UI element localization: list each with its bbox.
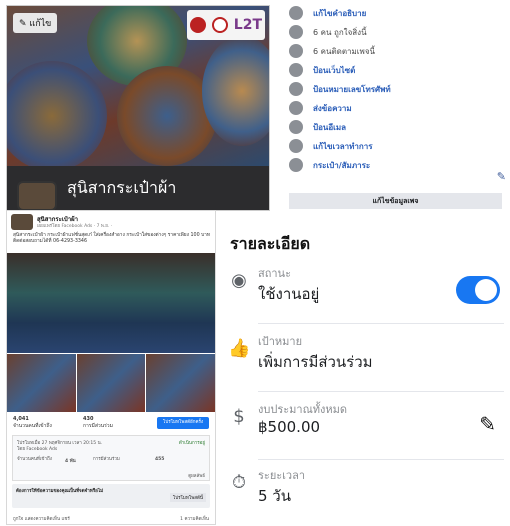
thumbnail[interactable]: [7, 354, 76, 412]
info-row-label: กระเป๋า/สัมภาระ: [313, 160, 371, 170]
info-row-7[interactable]: แก้ไขเวลาทำการ: [283, 137, 373, 155]
post-preview: สุนิสากระเป๋าผ้า เผยแพร่โดย Facebook Ads…: [6, 210, 216, 525]
ad-by-text: โดย Facebook Ads: [17, 447, 58, 452]
timer-icon: ⏱: [231, 472, 247, 493]
info-row-label: แก้ไขเวลาทำการ: [313, 141, 373, 151]
boost-again-button[interactable]: โปรโมทโพสต์อีกครั้ง: [157, 417, 209, 429]
promote-tip-box: ต้องการให้ข้อความของคุณเป็นที่จดจำหรือไม…: [12, 484, 210, 508]
ad-engage-value: 455: [155, 457, 165, 462]
email-icon: [289, 120, 303, 134]
info-row-label: ส่งข้อความ: [313, 103, 352, 113]
status-toggle[interactable]: [456, 276, 500, 304]
brand-logo: L2T: [187, 10, 265, 40]
detail-row-duration: ⏱ ระยะเวลา 5 วัน: [218, 460, 510, 526]
post-body: สุนิสากระเป๋าผ้า กระเป๋าผ้าแฟชั่นสุดเก๋ …: [13, 233, 211, 244]
edit-cover-label: แก้ไข: [29, 19, 52, 29]
info-row-8[interactable]: กระเป๋า/สัมภาระ: [283, 156, 370, 174]
thumbnail[interactable]: [76, 354, 146, 412]
post-thumbnails: [7, 354, 216, 412]
tip-title: ต้องการให้ข้อความของคุณเป็นที่จดจำหรือไม…: [16, 489, 104, 494]
post-avatar[interactable]: [11, 214, 33, 230]
detail-value: ใช้งานอยู่: [258, 285, 320, 303]
dollar-icon: $: [233, 406, 245, 427]
detail-label: สถานะ: [258, 267, 291, 280]
comment-count[interactable]: 1 ความคิดเห็น: [180, 515, 209, 522]
info-row-label: 6 คน ถูกใจสิ่งนี้: [313, 27, 367, 37]
info-row-label: ป้อนอีเมล: [313, 122, 347, 132]
info-row-label: 6 คนติดตามเพจนี้: [313, 46, 375, 56]
info-row-0[interactable]: แก้ไขคำอธิบาย: [283, 4, 366, 22]
detail-row-goal: 👍 เป้าหมาย เพิ่มการมีส่วนร่วม: [218, 326, 510, 392]
post-actions-bar: ถูกใจ แสดงความคิดเห็น แชร์: [13, 515, 70, 522]
ad-reach-value: 4 พัน: [65, 459, 76, 464]
info-row-3[interactable]: ป้อนเว็บไซต์: [283, 61, 355, 79]
see-results-link[interactable]: ดูผลลัพธ์: [188, 472, 205, 479]
status-icon: ◉: [231, 270, 247, 291]
page-cover: ✎ แก้ไข L2T สุนิสากระเป๋าผ้า: [6, 5, 270, 211]
folder-icon: [289, 158, 303, 172]
page-info-list: แก้ไขคำอธิบาย 6 คน ถูกใจสิ่งนี้ 6 คนติดต…: [283, 0, 510, 212]
post-actions[interactable]: ถูกใจ แสดงความคิดเห็น แชร์: [13, 517, 70, 522]
phone-icon: [289, 82, 303, 96]
thumbs-up-icon: 👍: [228, 338, 251, 359]
info-row-label: ป้อนเว็บไซต์: [313, 65, 356, 75]
detail-label: งบประมาณทั้งหมด: [258, 403, 348, 416]
thumbs-up-icon: [289, 25, 303, 39]
detail-value: เพิ่มการมีส่วนร่วม: [258, 353, 373, 371]
info-icon: [289, 6, 303, 20]
detail-value: 5 วัน: [258, 487, 291, 505]
ad-reach-label: จำนวนคนที่เข้าถึง: [17, 457, 52, 462]
edit-budget-pencil-icon[interactable]: ✎: [479, 412, 496, 436]
check-icon: [289, 44, 303, 58]
detail-row-budget: $ งบประมาณทั้งหมด ฿500.00 ✎: [218, 394, 510, 460]
post-meta: เผยแพร่โดย Facebook Ads · 7 พ.ย. ·: [37, 224, 113, 229]
info-row-label: แก้ไขคำอธิบาย: [313, 8, 367, 18]
ad-engage-label: การมีส่วนร่วม: [93, 457, 120, 462]
detail-row-status: ◉ สถานะ ใช้งานอยู่: [218, 258, 510, 324]
globe-icon: [289, 63, 303, 77]
info-row-4[interactable]: ป้อนหมายเลขโทรศัพท์: [283, 80, 391, 98]
messenger-icon: [289, 101, 303, 115]
edit-page-info-button[interactable]: แก้ไขข้อมูลเพจ: [289, 193, 502, 209]
info-row-5[interactable]: ส่งข้อความ: [283, 99, 352, 117]
info-row-label: ป้อนหมายเลขโทรศัพท์: [313, 84, 391, 94]
post-main-image[interactable]: [7, 253, 215, 353]
info-row-1: 6 คน ถูกใจสิ่งนี้: [283, 23, 367, 41]
edit-cover-button[interactable]: ✎ แก้ไข: [13, 13, 58, 33]
detail-label: เป้าหมาย: [258, 335, 303, 348]
thumbnail[interactable]: [146, 354, 216, 412]
ad-details-panel: รายละเอียด ◉ สถานะ ใช้งานอยู่ 👍 เป้าหมาย…: [218, 214, 510, 525]
divider: [258, 323, 504, 324]
ad-summary-box: โปรโมทเมื่อ 27 พฤศจิกายน เวลา 20:15 น. ด…: [12, 435, 210, 481]
promote-post-button[interactable]: โปรโมทโพสต์นี้: [169, 493, 206, 502]
info-row-2: 6 คนติดตามเพจนี้: [283, 42, 375, 60]
detail-label: ระยะเวลา: [258, 469, 306, 482]
clock-icon: [289, 139, 303, 153]
page-avatar[interactable]: [17, 181, 57, 210]
engagement-label: การมีส่วนร่วม: [83, 423, 113, 429]
divider: [258, 391, 504, 392]
info-row-6[interactable]: ป้อนอีเมล: [283, 118, 346, 136]
detail-value: ฿500.00: [258, 418, 321, 436]
brand-logo-text: L2T: [233, 17, 263, 33]
page-name: สุนิสากระเป๋าผ้า: [67, 178, 177, 197]
reach-label: จำนวนคนที่เข้าถึง: [13, 423, 52, 429]
details-title: รายละเอียด: [230, 234, 311, 253]
edit-pencil-icon[interactable]: ✎: [497, 170, 506, 183]
ad-status-badge: ดำเนินการอยู่: [178, 441, 205, 446]
